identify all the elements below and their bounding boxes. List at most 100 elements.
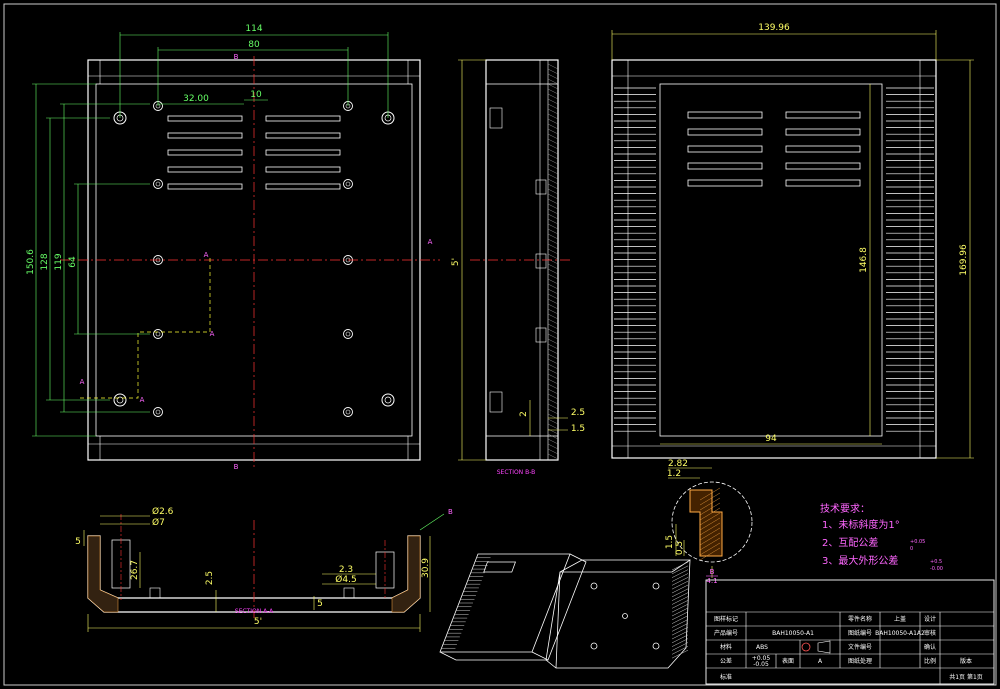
tb-r5c2: 共1页 第1页	[949, 673, 983, 681]
hatch-line	[547, 403, 559, 410]
top-slot	[687, 111, 763, 119]
top-dim-94: 94	[765, 434, 777, 444]
hatch-line	[547, 408, 559, 415]
top-inner-panel	[659, 83, 883, 437]
iso-base	[545, 559, 691, 669]
tb-r5c3: 版本	[960, 657, 972, 665]
iso-rib	[671, 561, 689, 571]
hatch-line	[547, 383, 559, 390]
hatch-line	[547, 293, 559, 300]
pin-hole	[153, 179, 163, 189]
sec-dim-5: 5	[75, 537, 81, 547]
hatch-line	[547, 418, 559, 425]
front-slot	[167, 149, 243, 156]
top-dim-169-96: 169.96	[959, 244, 969, 276]
front-slot	[265, 183, 341, 190]
hatch-line	[547, 233, 559, 240]
hatch-line	[547, 388, 559, 395]
hatch-line	[547, 168, 559, 175]
pin-hole-inner	[155, 409, 161, 415]
hatch-line	[547, 338, 559, 345]
screw-boss	[113, 393, 127, 407]
sec-dim-d7: Ø7	[152, 517, 165, 528]
hatch-line	[547, 298, 559, 305]
tb-r1c2: 零件名称	[848, 615, 872, 623]
technical-notes: 技术要求： 1、未标斜度为1° 2、互配公差 3、最大外形公差 +0.05 0 …	[820, 502, 943, 572]
iso-rib	[671, 623, 689, 632]
hatch-line	[547, 213, 559, 220]
iso-rib	[671, 630, 689, 640]
tb-r4c1: 公差	[720, 657, 732, 665]
hatch-line	[547, 68, 559, 75]
dim-114: 114	[245, 24, 262, 34]
top-slot	[687, 145, 763, 153]
sec-dim-30-9: 30.9	[421, 558, 431, 578]
section-a-path	[80, 258, 211, 399]
hatch-line	[547, 173, 559, 180]
side-view: 5' 2.5 1.5 2 SECTION B-B	[451, 59, 585, 476]
hatch-line	[547, 223, 559, 230]
top-view: 139.96 169.96 146.8 94	[611, 23, 974, 459]
iso-rib	[671, 573, 689, 582]
hatch-line	[547, 433, 559, 440]
sec-dim-26-7: 26.7	[130, 560, 140, 580]
top-slot	[785, 128, 861, 136]
hatch-line	[547, 73, 559, 80]
dim-128: 128	[40, 253, 50, 270]
hatch-line	[547, 318, 559, 325]
iso-rib	[671, 603, 689, 613]
hatch-line	[547, 288, 559, 295]
iso-rib	[671, 619, 689, 628]
detail-scale: 4:1	[706, 577, 717, 585]
pin-hole	[343, 407, 353, 417]
hatch-line	[547, 133, 559, 140]
hatch-line	[547, 358, 559, 365]
front-slot	[265, 166, 341, 173]
top-vent-slots	[687, 111, 861, 187]
iso-rib	[671, 611, 689, 621]
pin-hole-inner	[155, 181, 161, 187]
notes-tol-2: 0	[910, 546, 913, 552]
hatch-line	[547, 268, 559, 275]
hatch-line	[547, 283, 559, 290]
iso-rib	[671, 642, 689, 651]
top-slot	[687, 128, 763, 136]
hatch-line	[547, 323, 559, 330]
dim-119: 119	[54, 253, 64, 270]
hatch-line	[547, 78, 559, 85]
sec-dim-2-3: 2.3	[339, 565, 353, 575]
sec-dim-d4-5: Ø4.5	[335, 574, 356, 585]
hatch-line	[547, 353, 559, 360]
hatch-line	[547, 228, 559, 235]
tb-r2c1: 产品编号	[714, 629, 738, 637]
tb-r4c5: A	[818, 658, 823, 665]
label-a-left: A	[80, 378, 85, 386]
tb-r4c7: 比例	[924, 657, 936, 665]
tb-r3c4: 确认	[924, 643, 936, 651]
hatch-line	[547, 93, 559, 100]
hatch-line	[547, 118, 559, 125]
pin-hole-inner	[345, 331, 351, 337]
sec-dim-2-5: 2.5	[205, 571, 215, 585]
hatch-line	[547, 278, 559, 285]
top-slot	[785, 162, 861, 170]
hatch-line	[547, 113, 559, 120]
notes-item-1: 1、未标斜度为1°	[822, 518, 900, 531]
sec-dim-5b: 5	[317, 599, 323, 609]
hatch-line	[547, 88, 559, 95]
label-a-right: A	[428, 238, 433, 246]
side-dim-5: 5'	[451, 258, 461, 266]
tb-r5c1: 标准	[720, 673, 732, 681]
hatch-line	[547, 243, 559, 250]
top-dim-139-96: 139.96	[758, 23, 790, 33]
tb-r2c2: BAH10050-A1	[772, 630, 814, 637]
label-b-bottom: B	[234, 463, 239, 471]
iso-rib	[671, 580, 689, 590]
hatch-line	[547, 453, 559, 460]
front-slot	[167, 166, 243, 173]
hatch-line	[547, 368, 559, 375]
detail-dim-1-5: 1.5	[665, 535, 675, 549]
hatch-line	[547, 313, 559, 320]
tb-r3c1: 材料	[720, 643, 732, 651]
tb-r1c4: 设计	[924, 615, 936, 623]
